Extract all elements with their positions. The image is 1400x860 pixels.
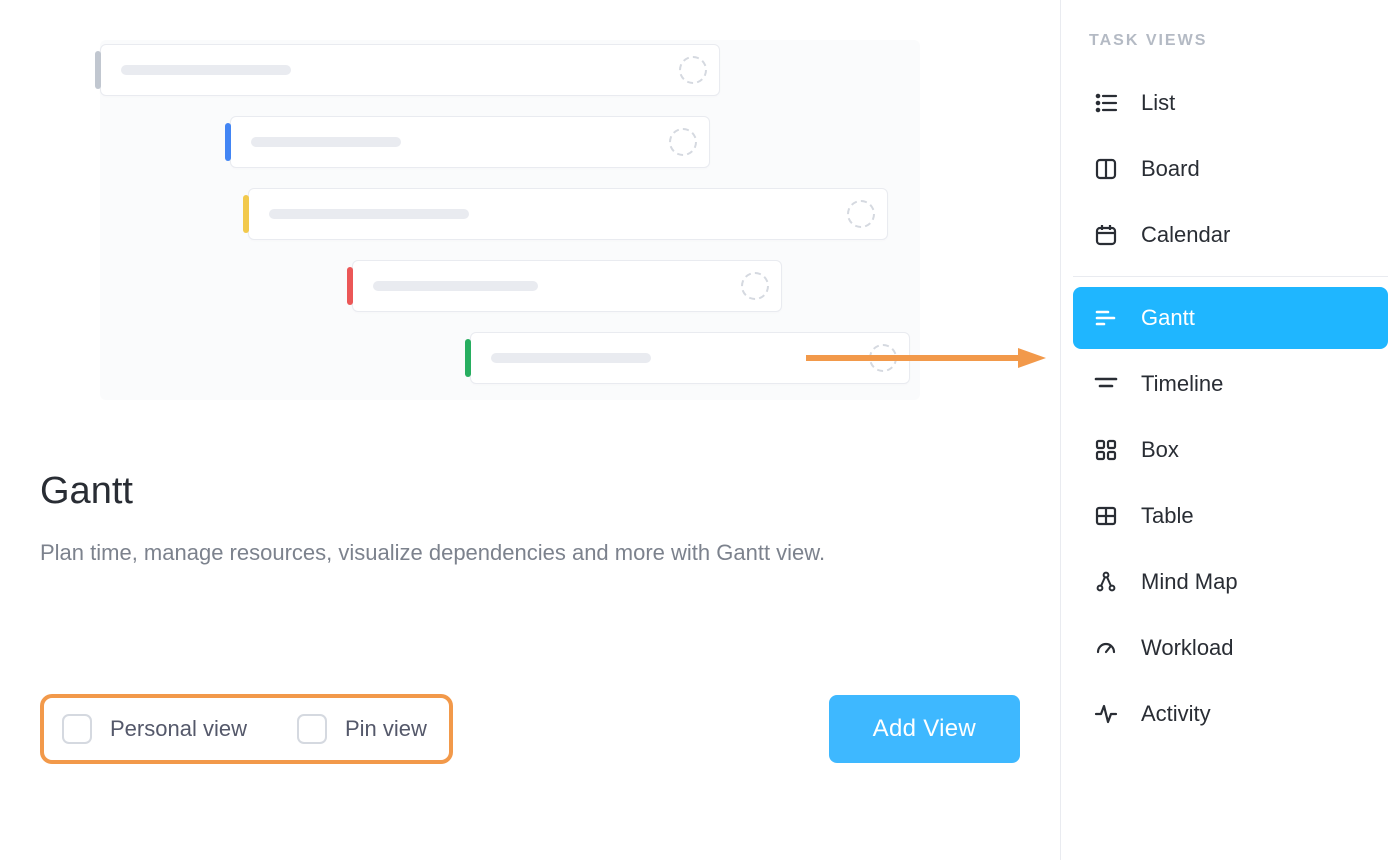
task-view-calendar[interactable]: Calendar [1073,204,1388,266]
task-view-workload[interactable]: Workload [1073,617,1388,679]
pin-view-label: Pin view [345,716,427,742]
sidebar-heading: TASK VIEWS [1073,26,1388,68]
personal-view-option[interactable]: Personal view [62,714,247,744]
options-row: Personal view Pin view Add View [40,694,1020,764]
workload-icon [1093,635,1119,661]
avatar-placeholder-icon [741,272,769,300]
task-view-label: Mind Map [1141,569,1238,595]
placeholder-line [121,65,291,75]
activity-icon [1093,701,1119,727]
task-view-label: List [1141,90,1175,116]
avatar-placeholder-icon [669,128,697,156]
task-view-board[interactable]: Board [1073,138,1388,200]
gantt-bar [352,260,782,312]
avatar-placeholder-icon [847,200,875,228]
placeholder-line [251,137,401,147]
mindmap-icon [1093,569,1119,595]
task-view-label: Gantt [1141,305,1195,331]
gantt-bar [230,116,710,168]
checkbox-icon[interactable] [62,714,92,744]
timeline-icon [1093,371,1119,397]
task-view-mindmap[interactable]: Mind Map [1073,551,1388,613]
preview-description: Plan time, manage resources, visualize d… [40,535,900,570]
task-view-table[interactable]: Table [1073,485,1388,547]
calendar-icon [1093,222,1119,248]
gantt-bar [248,188,888,240]
sidebar-divider [1073,276,1388,277]
avatar-placeholder-icon [679,56,707,84]
task-view-timeline[interactable]: Timeline [1073,353,1388,415]
task-view-box[interactable]: Box [1073,419,1388,481]
options-highlight-box: Personal view Pin view [40,694,453,764]
task-view-label: Board [1141,156,1200,182]
task-view-activity[interactable]: Activity [1073,683,1388,745]
task-view-label: Workload [1141,635,1234,661]
bar-color-tab [243,195,249,233]
avatar-placeholder-icon [869,344,897,372]
bar-color-tab [225,123,231,161]
gantt-icon [1093,305,1119,331]
preview-title: Gantt [40,470,1020,513]
task-view-label: Table [1141,503,1194,529]
board-icon [1093,156,1119,182]
placeholder-line [491,353,651,363]
add-view-button[interactable]: Add View [829,695,1020,763]
task-view-list[interactable]: List [1073,72,1388,134]
personal-view-label: Personal view [110,716,247,742]
checkbox-icon[interactable] [297,714,327,744]
bar-color-tab [95,51,101,89]
preview-panel: Gantt Plan time, manage resources, visua… [0,0,1060,860]
task-view-label: Activity [1141,701,1211,727]
pin-view-option[interactable]: Pin view [297,714,427,744]
task-view-gantt[interactable]: Gantt [1073,287,1388,349]
list-icon [1093,90,1119,116]
task-view-label: Box [1141,437,1179,463]
gantt-bar [470,332,910,384]
bar-color-tab [347,267,353,305]
box-icon [1093,437,1119,463]
placeholder-line [269,209,469,219]
task-view-label: Calendar [1141,222,1230,248]
gantt-illustration [100,40,920,400]
gantt-bar [100,44,720,96]
task-view-label: Timeline [1141,371,1223,397]
table-icon [1093,503,1119,529]
placeholder-line [373,281,538,291]
bar-color-tab [465,339,471,377]
task-views-sidebar: TASK VIEWS List Board Calendar [1060,0,1400,860]
